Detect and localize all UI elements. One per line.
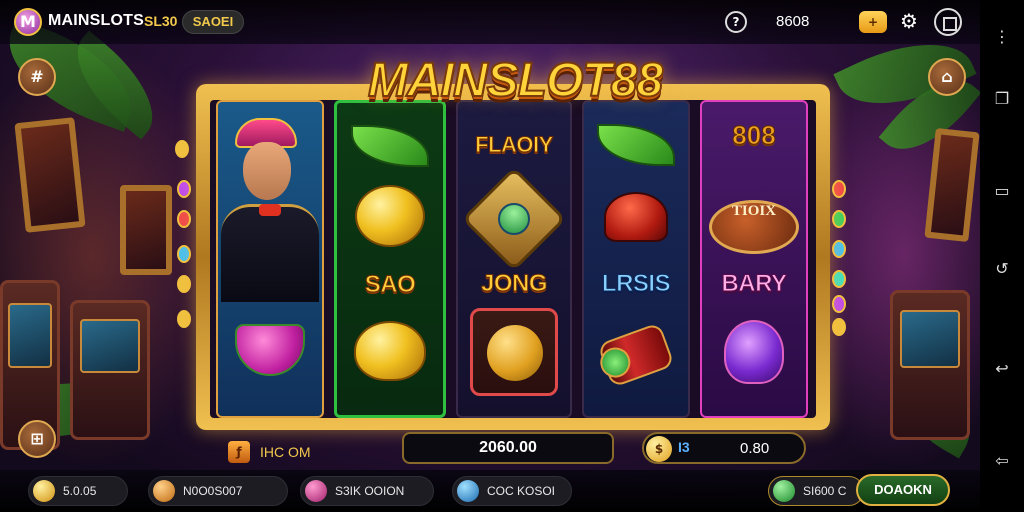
reels-area: SAO FLAOIY JONG LRSIS 808 TIOIX BARY xyxy=(210,100,816,418)
payline-gem xyxy=(832,210,846,228)
reel-5-logo: 808 xyxy=(732,120,776,151)
purple-dragon-symbol xyxy=(724,320,784,384)
bottom-pill-text: SI600 C xyxy=(803,484,847,498)
fullscreen-icon[interactable] xyxy=(934,8,962,36)
bottom-pill-text: S3IK OOION xyxy=(335,484,405,498)
gem-icon xyxy=(457,480,479,502)
bottom-pill-balance[interactable]: 5.0.05 xyxy=(28,476,128,506)
brand-name: MAINSLOTS xyxy=(48,12,145,29)
bottom-bar: 5.0.05 N0O0S007 S3IK OOION COC KOSOI SI6… xyxy=(0,470,980,512)
top-tag-label: SL30 xyxy=(144,13,178,29)
golden-hamster-symbol xyxy=(470,308,558,396)
system-navigation-bar: ⋮ ❐ ▭ ↺ ↩ ⇦ xyxy=(980,0,1024,512)
app-logo-icon[interactable]: M xyxy=(14,8,42,36)
bottom-pill-text: COC KOSOI xyxy=(487,484,556,498)
spin-button[interactable]: DOAOKN xyxy=(856,474,950,506)
gift-button[interactable]: ⊞ xyxy=(18,420,56,458)
red-drum-symbol xyxy=(596,322,675,388)
add-coins-button[interactable]: + xyxy=(859,11,887,33)
gold-egg-symbol xyxy=(355,185,425,247)
leaf-symbol xyxy=(351,125,429,167)
game-screen: M MAINSLOTS SL30 SAOEI ? 8608 + ⚙ # ⌂ ⊞ xyxy=(0,0,1024,512)
red-helmet-symbol xyxy=(604,192,668,242)
gear-icon[interactable]: ⚙ xyxy=(898,9,920,33)
prince-character-symbol xyxy=(221,112,319,302)
top-bar: M MAINSLOTS SL30 SAOEI ? 8608 + ⚙ xyxy=(0,0,980,44)
wall-picture xyxy=(120,185,172,275)
reel-5: 808 TIOIX BARY xyxy=(700,100,808,418)
back-arrow-icon[interactable]: ⇦ xyxy=(991,450,1013,472)
drink-cup-symbol xyxy=(235,324,305,376)
coin-icon: $ xyxy=(646,436,672,462)
info-label-text: IHC OM xyxy=(260,444,311,460)
reel-5-text: BARY xyxy=(721,270,788,298)
bag-icon xyxy=(305,480,327,502)
back-icon[interactable]: ↩ xyxy=(991,358,1013,380)
payline-gem xyxy=(177,180,191,198)
wall-picture xyxy=(14,117,86,233)
slot-machine-frame: SAO FLAOIY JONG LRSIS 808 TIOIX BARY xyxy=(196,84,830,430)
rotate-icon[interactable]: ↺ xyxy=(991,258,1013,280)
payline-gem xyxy=(177,310,191,328)
coin-icon xyxy=(33,480,55,502)
arcade-cabinet xyxy=(70,300,150,440)
leaf-symbol xyxy=(597,124,675,166)
reel-2: SAO xyxy=(334,100,446,418)
info-icon: ƒ xyxy=(228,441,250,463)
win-amount-display: 2060.00 xyxy=(402,432,614,464)
green-gem-icon xyxy=(773,480,795,502)
help-icon[interactable]: ? xyxy=(725,11,747,33)
payline-gem xyxy=(177,245,191,263)
bet-display[interactable]: $ I3 0.80 xyxy=(642,432,806,464)
payline-gem xyxy=(175,140,189,158)
plaque-symbol: TIOIX xyxy=(709,200,799,254)
plaque-text: TIOIX xyxy=(731,203,777,219)
payline-gem xyxy=(832,295,846,313)
bet-label: I3 xyxy=(678,439,690,455)
home-button[interactable]: ⌂ xyxy=(928,58,966,96)
bottom-pill-text: N0O0S007 xyxy=(183,484,243,498)
recent-apps-icon[interactable]: ❐ xyxy=(991,88,1013,110)
arcade-cabinet xyxy=(890,290,970,440)
gift-icon xyxy=(153,480,175,502)
reel-1 xyxy=(216,100,324,418)
bottom-pill-gems[interactable]: COC KOSOI xyxy=(452,476,572,506)
payline-gem xyxy=(177,275,191,293)
payline-gem xyxy=(832,180,846,198)
bottom-pill-text: 5.0.05 xyxy=(63,484,97,498)
info-label: ƒ IHC OM xyxy=(228,438,311,466)
reel-4-text: LRSIS xyxy=(601,270,671,298)
bottom-pill-reward[interactable]: N0O0S007 xyxy=(148,476,288,506)
reel-2-text: SAO xyxy=(364,271,416,299)
bet-value: 0.80 xyxy=(740,440,770,457)
payline-gem xyxy=(832,270,846,288)
balance-display: 8608 xyxy=(776,13,810,30)
more-icon[interactable]: ⋮ xyxy=(991,26,1013,48)
payline-gem xyxy=(832,318,846,336)
reel-3-text: JONG xyxy=(480,270,548,298)
reel-3-top-text: FLAOIY xyxy=(475,132,554,158)
emerald-badge-symbol xyxy=(461,166,567,272)
payline-gem xyxy=(832,240,846,258)
menu-button[interactable]: # xyxy=(18,58,56,96)
payline-gem xyxy=(177,210,191,228)
gold-heart-symbol xyxy=(354,321,426,381)
reel-3: FLAOIY JONG xyxy=(456,100,572,418)
bottom-pill-jackpot[interactable]: SI600 C xyxy=(768,476,864,506)
game-title: MAINSLOT88 xyxy=(367,53,664,108)
square-icon[interactable]: ▭ xyxy=(991,180,1013,202)
bottom-pill-shop[interactable]: S3IK OOION xyxy=(300,476,434,506)
top-tag-badge[interactable]: SAOEI xyxy=(182,10,244,34)
reel-4: LRSIS xyxy=(582,100,690,418)
